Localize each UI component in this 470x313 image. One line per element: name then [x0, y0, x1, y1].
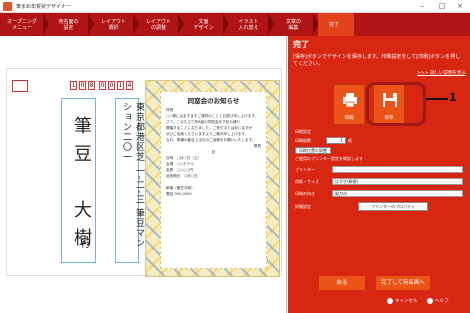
printer-properties-button[interactable]: プリンターのプロパティ: [358, 202, 428, 211]
zip-digit: 0: [99, 81, 106, 90]
save-callout-highlight: [366, 82, 426, 126]
cancel-label: キャンセル: [395, 299, 418, 304]
finish-to-address-button[interactable]: 完了して宛名面へ: [376, 276, 430, 290]
print-area-button[interactable]: 印刷位置の調整: [295, 147, 331, 154]
honorific: 行: [78, 238, 89, 248]
card-line: 電話 000-0000: [166, 192, 192, 196]
postcode-sq-box: [12, 80, 28, 92]
detail-label: 詳細設定: [295, 204, 311, 209]
minimize-icon[interactable]: –: [412, 0, 432, 13]
print-label: 印刷: [344, 116, 354, 121]
panel-title: 完了: [293, 40, 309, 49]
copies-unit: 枚: [348, 138, 352, 143]
help-label: ヘルプ: [435, 299, 449, 304]
step-layout-select[interactable]: レイアウト 選択: [93, 13, 139, 36]
card-line: なお、準備の都合上出欠のご返事をお願いいたします。: [166, 138, 256, 142]
callout-line: [426, 98, 448, 100]
print-button[interactable]: 印刷: [333, 84, 365, 125]
recipient-address: 東京都港区芝 一-二-三 筆豆マンション二〇一: [121, 102, 144, 249]
paper-label: 用紙・サイズ: [295, 179, 319, 184]
callout-number: 1: [449, 91, 457, 104]
window-title: 筆まめ年賀状デザイナー: [16, 3, 71, 10]
printer-note: ご使用のプリンター設定を確認します: [295, 156, 363, 161]
cancel-icon: [387, 298, 393, 304]
step-complete[interactable]: 完了: [318, 13, 354, 36]
step-address-setup[interactable]: 宛名面の 設定: [48, 13, 94, 36]
print-section-label: 印刷設定: [295, 129, 311, 134]
step-text-design[interactable]: 文面 デザイン: [183, 13, 229, 36]
close-icon[interactable]: ×: [450, 0, 470, 13]
copies-label: 印刷枚数: [295, 138, 311, 143]
printer-icon: [343, 93, 357, 108]
panel-instruction: [保存]ボタンでデザインを保存します。印刷設定をして[印刷]ボタンを押してくださ…: [293, 54, 461, 67]
card-body: 同窓会のお知らせ 拝啓 ○○様にはますますご清祥のこととお慶び申し上げます。 さ…: [160, 91, 267, 269]
help-link[interactable]: >>> 詳しい説明を見る: [417, 70, 466, 76]
maximize-icon[interactable]: □: [432, 0, 452, 13]
step-opening-menu[interactable]: オープニング メニュー: [0, 13, 49, 36]
zip-digit: 0: [79, 81, 86, 90]
printer-label: プリンター: [295, 167, 315, 172]
help-icon: [427, 298, 433, 304]
app-icon: [3, 1, 12, 11]
card-line: 返信期日 ○月○日: [166, 174, 198, 178]
orient-label: 印刷の向き: [295, 191, 315, 196]
zip-digit: 1: [117, 81, 124, 90]
card-design[interactable]: 同窓会のお知らせ 拝啓 ○○様にはますますご清祥のこととお慶び申し上げます。 さ…: [145, 80, 280, 277]
recipient-name: 筆豆 大樹: [71, 116, 92, 256]
card-title: 同窓会のお知らせ: [187, 97, 240, 105]
paper-select[interactable]: はがき(郵便): [332, 178, 463, 185]
orient-select[interactable]: 縦方向: [332, 190, 463, 197]
cancel-link[interactable]: キャンセル: [387, 298, 418, 304]
zip-digit: 8: [88, 81, 95, 90]
step-text-edit[interactable]: 文章の 編集: [273, 13, 319, 36]
help-button[interactable]: ヘルプ: [427, 298, 449, 304]
zip-digit: 1: [70, 81, 77, 90]
copies-input[interactable]: 1: [326, 137, 346, 144]
step-layout-adjust[interactable]: レイアウト の調整: [138, 13, 184, 36]
zip-digit: 0: [108, 81, 115, 90]
title-bar: 筆まめ年賀状デザイナー – □ ×: [0, 0, 470, 13]
zip-digit: 4: [126, 81, 133, 90]
step-illustration-swap[interactable]: イラスト 入れ替え: [228, 13, 274, 36]
step-bar: オープニング メニュー 宛名面の 設定 レイアウト 選択 レイアウト の調整 文…: [0, 13, 470, 36]
print-settings-panel: 印刷設定 印刷枚数 1 枚 印刷位置の調整 ご使用のプリンター設定を確認します …: [290, 127, 467, 230]
back-button[interactable]: 戻る: [319, 276, 365, 290]
printer-select[interactable]: [332, 166, 463, 173]
